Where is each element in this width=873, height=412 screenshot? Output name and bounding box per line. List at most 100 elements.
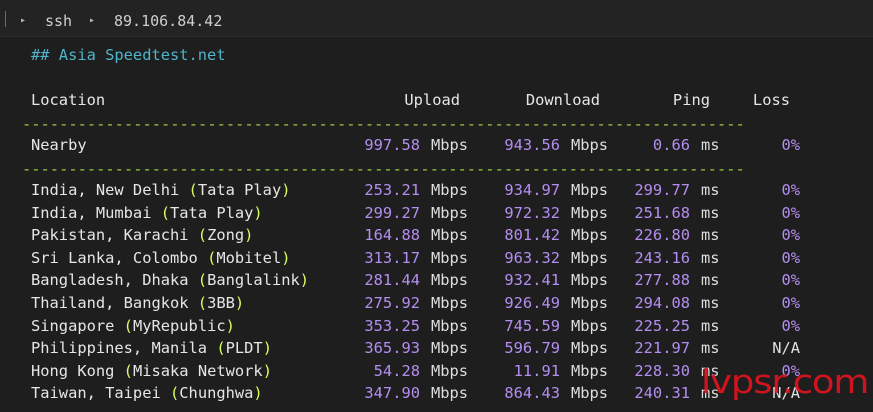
nearby-loss: 0% bbox=[781, 136, 800, 154]
breadcrumb-caret-icon: ▸ bbox=[89, 15, 96, 26]
ping-unit: ms bbox=[701, 248, 720, 267]
ping-unit: ms bbox=[701, 339, 720, 358]
row-ping: 228.30 bbox=[634, 361, 690, 380]
upload-unit: Mbps bbox=[431, 271, 469, 290]
upload-unit: Mbps bbox=[431, 203, 469, 222]
row-isp: Zong bbox=[207, 226, 245, 245]
row-isp: Mobitel bbox=[216, 248, 282, 267]
ping-unit: ms bbox=[701, 226, 720, 245]
row-download: 801.42 bbox=[504, 226, 560, 245]
row-upload: 299.27 bbox=[364, 203, 420, 222]
row-place: Sri Lanka, Colombo bbox=[31, 248, 208, 267]
paren: ( bbox=[123, 361, 133, 380]
download-unit: Mbps bbox=[571, 226, 609, 245]
row-download: 926.49 bbox=[504, 294, 560, 312]
row-place: Philippines, Manila bbox=[31, 339, 217, 358]
tab-divider bbox=[5, 11, 6, 27]
download-unit: Mbps bbox=[571, 384, 609, 403]
row-ping: 221.97 bbox=[634, 339, 690, 358]
row-place: Taiwan, Taipei bbox=[31, 384, 170, 403]
col-ping: Ping bbox=[672, 91, 710, 109]
paren: ( bbox=[188, 181, 198, 199]
row-ping: 225.25 bbox=[634, 316, 690, 335]
separator-line: ----------------------------------------… bbox=[22, 160, 745, 178]
row-download: 11.91 bbox=[513, 361, 560, 380]
table-row: Thailand, Bangkok (3BB) 275.92 Mbps 926.49 M… bbox=[0, 293, 873, 313]
row-location: Singapore (MyRepublic) bbox=[31, 316, 235, 336]
upload-unit: Mbps bbox=[431, 226, 469, 245]
separator-line: ----------------------------------------… bbox=[22, 115, 745, 133]
paren: ) bbox=[225, 316, 235, 335]
table-row: Bangladesh, Dhaka (Banglalink) 281.44 Mbps… bbox=[0, 270, 873, 290]
row-upload: 353.25 bbox=[364, 316, 420, 335]
row-location: Taiwan, Taipei (Chunghwa) bbox=[31, 383, 263, 403]
row-upload: 164.88 bbox=[364, 226, 420, 245]
nearby-upload: 997.58 bbox=[364, 136, 420, 154]
table-row: Pakistan, Karachi (Zong) 164.88 Mbps 801.42… bbox=[0, 225, 873, 245]
nearby-row: Nearby 997.58 Mbps 943.56 Mbps 0.66 ms 0… bbox=[0, 135, 873, 155]
row-download: 596.79 bbox=[504, 339, 560, 358]
row-upload: 313.17 bbox=[364, 248, 420, 267]
upload-unit: Mbps bbox=[431, 361, 469, 380]
row-isp: Tata Play bbox=[197, 181, 282, 199]
paren: ( bbox=[216, 339, 226, 358]
row-upload: 347.90 bbox=[364, 384, 420, 403]
row-download: 932.41 bbox=[504, 271, 560, 290]
upload-unit: Mbps bbox=[431, 248, 469, 267]
download-unit: Mbps bbox=[571, 248, 609, 267]
paren: ) bbox=[262, 361, 272, 380]
row-place: Bangladesh, Dhaka bbox=[31, 271, 198, 290]
paren: ) bbox=[281, 181, 291, 199]
paren: ) bbox=[244, 226, 254, 245]
upload-unit: Mbps bbox=[431, 181, 469, 199]
row-isp: Tata Play bbox=[170, 203, 254, 222]
row-loss: 0% bbox=[781, 248, 800, 267]
row-download: 963.32 bbox=[504, 248, 560, 267]
download-unit: Mbps bbox=[571, 339, 609, 358]
row-isp: Chunghwa bbox=[179, 384, 254, 403]
breadcrumb-ssh[interactable]: ssh bbox=[45, 12, 72, 30]
row-upload: 275.92 bbox=[364, 294, 420, 312]
row-loss: 0% bbox=[781, 181, 800, 199]
row-ping: 294.08 bbox=[634, 294, 690, 312]
nearby-ping: 0.66 bbox=[652, 136, 690, 154]
paren: ( bbox=[160, 203, 171, 222]
upload-unit: Mbps bbox=[431, 316, 469, 335]
row-ping: 251.68 bbox=[634, 203, 690, 222]
table-header: Location Upload Download Ping Loss bbox=[0, 90, 873, 110]
row-ping: 277.88 bbox=[634, 271, 690, 290]
row-place: India, Mumbai bbox=[31, 203, 161, 222]
breadcrumb-caret-icon: ▸ bbox=[20, 15, 27, 26]
row-loss: 0% bbox=[781, 316, 800, 335]
row-upload: 54.28 bbox=[373, 361, 420, 380]
row-location: Hong Kong (Misaka Network) bbox=[31, 361, 272, 381]
terminal-tab-bar: ▸ ssh ▸ 89.106.84.42 bbox=[0, 0, 873, 37]
row-loss: 0% bbox=[781, 294, 800, 312]
row-isp: Banglalink bbox=[207, 271, 300, 290]
table-row: Philippines, Manila (PLDT) 365.93 Mbps 596.… bbox=[0, 338, 873, 358]
breadcrumb-host[interactable]: 89.106.84.42 bbox=[114, 12, 222, 30]
upload-unit: Mbps bbox=[431, 384, 469, 403]
paren: ( bbox=[123, 316, 133, 335]
paren: ) bbox=[299, 271, 310, 290]
paren: ( bbox=[207, 248, 217, 267]
download-unit: Mbps bbox=[571, 203, 609, 222]
row-ping: 299.77 bbox=[634, 181, 690, 199]
table-row: India, Mumbai (Tata Play) 299.27 Mbps 972.3… bbox=[0, 203, 873, 223]
download-unit: Mbps bbox=[571, 316, 609, 335]
row-ping: 226.80 bbox=[634, 226, 690, 245]
row-isp: MyRepublic bbox=[132, 316, 226, 335]
row-location: Sri Lanka, Colombo (Mobitel) bbox=[31, 248, 291, 268]
download-unit: Mbps bbox=[571, 181, 609, 199]
table-row: India, New Delhi (Tata Play) 253.21 Mbps 93… bbox=[0, 180, 873, 200]
col-loss: Loss bbox=[752, 91, 790, 109]
ping-unit: ms bbox=[701, 136, 720, 154]
download-unit: Mbps bbox=[571, 136, 609, 154]
row-download: 864.43 bbox=[504, 384, 560, 403]
row-upload: 253.21 bbox=[364, 181, 420, 199]
row-isp: Misaka Network bbox=[132, 361, 263, 380]
paren: ) bbox=[234, 294, 245, 312]
row-location: India, New Delhi (Tata Play) bbox=[31, 180, 291, 200]
row-place: Hong Kong bbox=[31, 361, 124, 380]
paren: ( bbox=[197, 271, 208, 290]
